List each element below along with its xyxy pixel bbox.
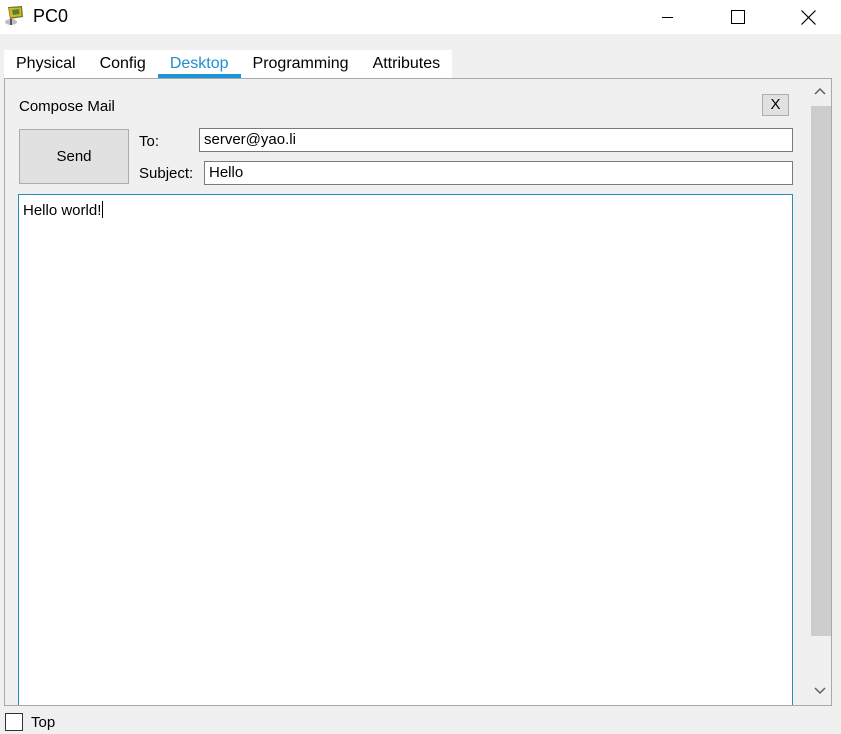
tab-bar: Physical Config Desktop Programming Attr…: [4, 50, 453, 78]
tab-config[interactable]: Config: [88, 50, 158, 78]
close-window-button[interactable]: [785, 0, 831, 34]
top-checkbox-label: Top: [31, 714, 56, 731]
scroll-down-button[interactable]: [809, 679, 831, 705]
close-icon: [801, 10, 816, 25]
send-button[interactable]: Send: [19, 129, 129, 184]
tab-desktop[interactable]: Desktop: [157, 50, 241, 78]
tab-physical[interactable]: Physical: [4, 50, 88, 78]
message-body[interactable]: Hello world!: [18, 194, 793, 705]
top-checkbox[interactable]: [5, 713, 23, 731]
text-caret: [102, 201, 104, 218]
title-bar: PC0: [0, 0, 841, 34]
desktop-panel: Compose Mail X Send To: server@yao.li Su…: [4, 78, 832, 706]
app-window: PC0 Physical Config Desktop Programming …: [0, 0, 841, 734]
maximize-icon: [731, 10, 745, 24]
subject-field[interactable]: Hello: [204, 161, 793, 185]
to-label: To:: [139, 133, 160, 150]
tab-programming[interactable]: Programming: [241, 50, 361, 78]
compose-mail-title: Compose Mail: [19, 98, 115, 115]
maximize-button[interactable]: [714, 0, 760, 34]
tab-attributes[interactable]: Attributes: [361, 50, 453, 78]
window-title: PC0: [33, 6, 69, 26]
minimize-button[interactable]: [645, 0, 691, 34]
chevron-down-icon: [814, 687, 826, 695]
to-field[interactable]: server@yao.li: [199, 128, 793, 152]
vertical-scrollbar[interactable]: [809, 79, 831, 705]
minimize-icon: [662, 17, 673, 18]
scroll-thumb[interactable]: [811, 106, 831, 636]
scroll-up-button[interactable]: [809, 79, 831, 103]
message-body-text: Hello world!: [23, 202, 102, 219]
close-compose-button[interactable]: X: [762, 94, 789, 116]
pc-icon: [4, 4, 28, 28]
chevron-up-icon: [814, 87, 826, 95]
subject-label: Subject:: [139, 165, 194, 182]
